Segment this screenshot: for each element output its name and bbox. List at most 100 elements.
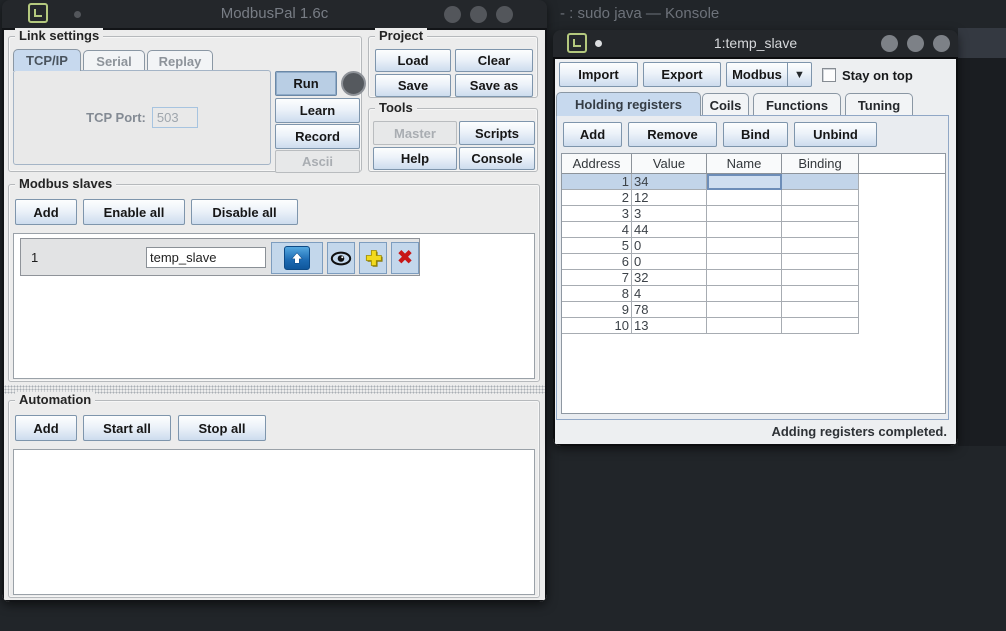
cell-name[interactable] xyxy=(707,286,782,302)
slave-row[interactable]: 1 xyxy=(20,238,420,276)
cell-binding[interactable] xyxy=(782,302,859,318)
stop-all-button[interactable]: Stop all xyxy=(178,415,266,441)
record-button[interactable]: Record xyxy=(275,124,360,149)
cell-binding[interactable] xyxy=(782,206,859,222)
ascii-button[interactable]: Ascii xyxy=(275,150,360,173)
cell-address[interactable]: 4 xyxy=(562,222,632,238)
tab-serial[interactable]: Serial xyxy=(83,50,145,71)
cell-name[interactable] xyxy=(707,238,782,254)
cell-value[interactable]: 34 xyxy=(632,174,707,190)
minimize-button[interactable] xyxy=(881,35,898,52)
learn-button[interactable]: Learn xyxy=(275,98,360,123)
show-panel-button[interactable] xyxy=(271,242,323,274)
import-button[interactable]: Import xyxy=(559,62,638,87)
slave-editor-titlebar[interactable]: 1:temp_slave xyxy=(553,30,958,57)
cell-address[interactable]: 7 xyxy=(562,270,632,286)
export-button[interactable]: Export xyxy=(643,62,721,87)
col-value[interactable]: Value xyxy=(632,154,707,174)
table-row[interactable]: 3 3 xyxy=(562,206,945,222)
register-bind-button[interactable]: Bind xyxy=(723,122,788,147)
cell-value[interactable]: 32 xyxy=(632,270,707,286)
cell-value[interactable]: 44 xyxy=(632,222,707,238)
tab-functions[interactable]: Functions xyxy=(753,93,841,116)
run-button[interactable]: Run xyxy=(275,71,337,96)
cell-value[interactable]: 12 xyxy=(632,190,707,206)
minimize-button[interactable] xyxy=(444,6,461,23)
save-button[interactable]: Save xyxy=(375,74,451,97)
disable-all-button[interactable]: Disable all xyxy=(191,199,298,225)
close-button[interactable] xyxy=(496,6,513,23)
maximize-button[interactable] xyxy=(907,35,924,52)
cell-binding[interactable] xyxy=(782,286,859,302)
table-row[interactable]: 1 34 xyxy=(562,174,945,190)
close-button[interactable] xyxy=(933,35,950,52)
tab-holding-registers[interactable]: Holding registers xyxy=(556,92,701,116)
console-button[interactable]: Console xyxy=(459,147,535,170)
tab-coils[interactable]: Coils xyxy=(702,93,749,116)
tcp-port-input[interactable] xyxy=(152,107,198,128)
cell-binding[interactable] xyxy=(782,318,859,334)
cell-address[interactable]: 5 xyxy=(562,238,632,254)
cell-value[interactable]: 0 xyxy=(632,238,707,254)
cell-name[interactable] xyxy=(707,206,782,222)
cell-value[interactable]: 78 xyxy=(632,302,707,318)
stay-on-top-checkbox[interactable] xyxy=(822,68,836,82)
cell-name[interactable] xyxy=(707,318,782,334)
cell-value[interactable]: 13 xyxy=(632,318,707,334)
register-add-button[interactable]: Add xyxy=(563,122,622,147)
automation-add-button[interactable]: Add xyxy=(15,415,77,441)
table-row[interactable]: 4 44 xyxy=(562,222,945,238)
table-row[interactable]: 8 4 xyxy=(562,286,945,302)
delete-slave-button[interactable]: ✖ xyxy=(391,242,419,274)
cell-name[interactable] xyxy=(707,174,782,190)
table-row[interactable]: 6 0 xyxy=(562,254,945,270)
cell-address[interactable]: 9 xyxy=(562,302,632,318)
add-automation-button[interactable] xyxy=(359,242,387,274)
cell-address[interactable]: 2 xyxy=(562,190,632,206)
cell-name[interactable] xyxy=(707,302,782,318)
table-row[interactable]: 7 32 xyxy=(562,270,945,286)
enable-all-button[interactable]: Enable all xyxy=(83,199,185,225)
tab-tuning[interactable]: Tuning xyxy=(845,93,913,116)
cell-address[interactable]: 10 xyxy=(562,318,632,334)
cell-address[interactable]: 6 xyxy=(562,254,632,270)
col-address[interactable]: Address xyxy=(562,154,632,174)
cell-value[interactable]: 3 xyxy=(632,206,707,222)
tab-replay[interactable]: Replay xyxy=(147,50,213,71)
register-unbind-button[interactable]: Unbind xyxy=(794,122,877,147)
cell-address[interactable]: 3 xyxy=(562,206,632,222)
start-all-button[interactable]: Start all xyxy=(83,415,171,441)
cell-binding[interactable] xyxy=(782,174,859,190)
cell-binding[interactable] xyxy=(782,190,859,206)
save-as-button[interactable]: Save as xyxy=(455,74,533,97)
table-row[interactable]: 2 12 xyxy=(562,190,945,206)
register-remove-button[interactable]: Remove xyxy=(628,122,717,147)
cell-binding[interactable] xyxy=(782,238,859,254)
maximize-button[interactable] xyxy=(470,6,487,23)
cell-address[interactable]: 8 xyxy=(562,286,632,302)
cell-binding[interactable] xyxy=(782,270,859,286)
clear-button[interactable]: Clear xyxy=(455,49,533,72)
slaves-add-button[interactable]: Add xyxy=(15,199,77,225)
cell-name[interactable] xyxy=(707,270,782,286)
master-button[interactable]: Master xyxy=(373,121,457,145)
col-binding[interactable]: Binding xyxy=(782,154,859,174)
scripts-button[interactable]: Scripts xyxy=(459,121,535,145)
cell-value[interactable]: 4 xyxy=(632,286,707,302)
slave-name-input[interactable] xyxy=(146,247,266,268)
table-row[interactable]: 5 0 xyxy=(562,238,945,254)
help-button[interactable]: Help xyxy=(373,147,457,170)
load-button[interactable]: Load xyxy=(375,49,451,72)
cell-name[interactable] xyxy=(707,222,782,238)
cell-name[interactable] xyxy=(707,190,782,206)
col-name[interactable]: Name xyxy=(707,154,782,174)
cell-value[interactable]: 0 xyxy=(632,254,707,270)
tab-tcpip[interactable]: TCP/IP xyxy=(13,49,81,71)
cell-name[interactable] xyxy=(707,254,782,270)
table-row[interactable]: 9 78 xyxy=(562,302,945,318)
mode-select[interactable]: Modbus ▼ xyxy=(726,62,812,87)
cell-binding[interactable] xyxy=(782,222,859,238)
cell-address[interactable]: 1 xyxy=(562,174,632,190)
cell-binding[interactable] xyxy=(782,254,859,270)
table-row[interactable]: 10 13 xyxy=(562,318,945,334)
